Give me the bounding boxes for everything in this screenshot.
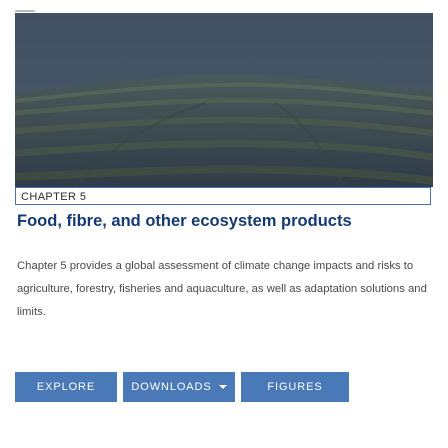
figures-button[interactable]: FIGURES (241, 372, 349, 402)
chapter-hero-image (15, 13, 433, 187)
chapter-title: Food, fibre, and other ecosystem product… (17, 212, 352, 230)
chevron-down-icon (218, 385, 227, 389)
chapter-description: Chapter 5 provides a global assessment o… (17, 260, 427, 318)
downloads-dropdown-button[interactable]: DOWNLOADS (123, 372, 235, 402)
figures-button-label: FIGURES (267, 381, 323, 393)
top-divider (15, 10, 35, 12)
farmland-landscape-image (15, 13, 433, 187)
chapter-label: CHAPTER 5 (15, 187, 431, 205)
chapter-actions: EXPLORE DOWNLOADS FIGURES (15, 372, 435, 402)
downloads-button-label: DOWNLOADS (131, 381, 212, 393)
explore-button-label: EXPLORE (36, 381, 96, 393)
explore-button[interactable]: EXPLORE (15, 372, 117, 402)
